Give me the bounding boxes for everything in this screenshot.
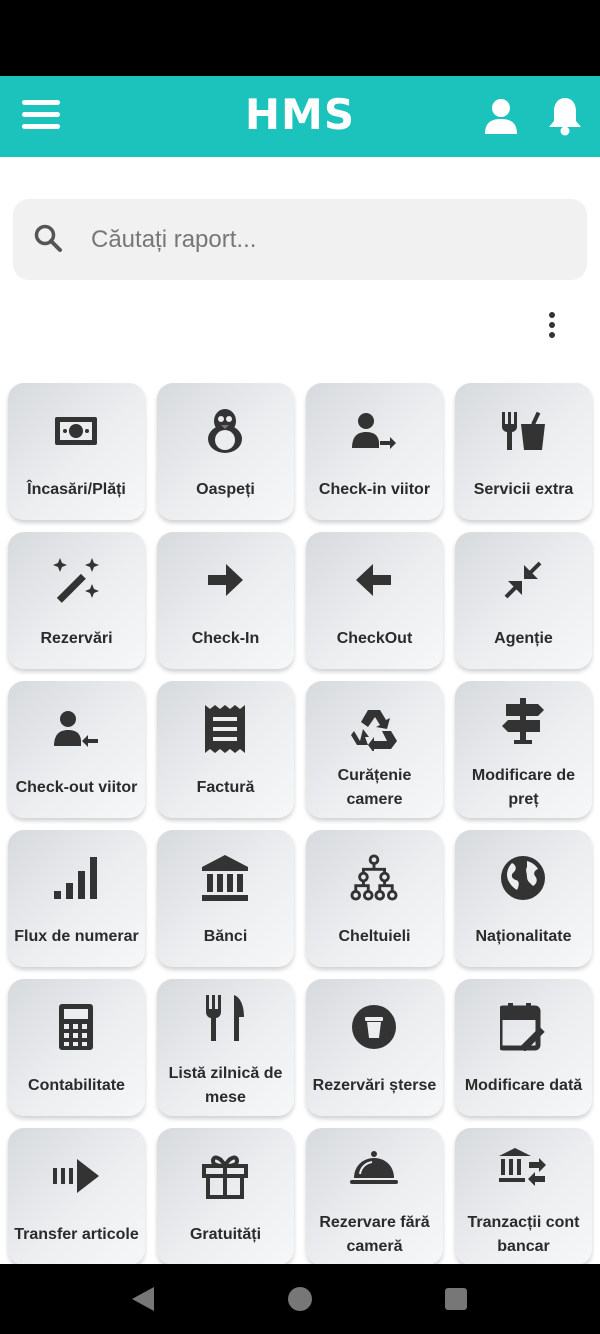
tile-banci[interactable]: Bănci	[157, 830, 294, 967]
tile-incasari-plati[interactable]: Încasări/Plăți	[8, 383, 145, 520]
bank-icon	[201, 854, 249, 902]
tile-checkout[interactable]: CheckOut	[306, 532, 443, 669]
search-icon	[34, 224, 62, 252]
recent-apps-icon[interactable]	[445, 1288, 467, 1310]
system-nav-bar	[0, 1264, 600, 1334]
transfer-arrow-icon	[52, 1152, 100, 1200]
money-icon	[52, 407, 100, 455]
tile-label: Curățenie camere	[337, 767, 412, 808]
tile-label: Factură	[196, 779, 255, 796]
tile-check-out-viitor[interactable]: Check-out viitor	[8, 681, 145, 818]
arrow-left-icon	[350, 556, 398, 604]
globe-icon	[499, 854, 547, 902]
arrow-right-icon	[201, 556, 249, 604]
tile-label: Flux de numerar	[14, 928, 139, 945]
app-bar: HMS	[0, 76, 600, 157]
tile-label: Cheltuieli	[338, 928, 411, 945]
gift-icon	[201, 1152, 249, 1200]
tile-label: Rezervare fără cameră	[319, 1214, 430, 1255]
tile-label: CheckOut	[336, 630, 413, 647]
tile-servicii-extra[interactable]: Servicii extra	[455, 383, 592, 520]
tile-label: Listă zilnică de mese	[168, 1065, 283, 1106]
tile-check-in-viitor[interactable]: Check-in viitor	[306, 383, 443, 520]
tile-check-in[interactable]: Check-In	[157, 532, 294, 669]
tile-lista-zilnica-de-mese[interactable]: Listă zilnică de mese	[157, 979, 294, 1116]
receipt-icon	[201, 705, 249, 753]
tile-label: Oaspeți	[196, 481, 255, 498]
fork-drink-icon	[499, 407, 547, 455]
bell-icon[interactable]	[547, 96, 583, 136]
tile-label: Servicii extra	[473, 481, 574, 498]
trash-circle-icon	[350, 1003, 398, 1051]
magic-wand-icon	[52, 556, 100, 604]
tile-label: Tranzacții cont bancar	[467, 1214, 580, 1255]
tile-contabilitate[interactable]: Contabilitate	[8, 979, 145, 1116]
tile-label: Naționalitate	[475, 928, 572, 945]
bank-transfer-icon	[499, 1144, 547, 1192]
tile-factura[interactable]: Factură	[157, 681, 294, 818]
tile-agentie[interactable]: Agenție	[455, 532, 592, 669]
calendar-edit-icon	[499, 1003, 547, 1051]
tile-label: Rezervări	[40, 630, 113, 647]
room-service-icon	[350, 1144, 398, 1192]
user-arrow-left-icon	[52, 705, 100, 753]
tile-label: Contabilitate	[28, 1077, 125, 1094]
tile-cheltuieli[interactable]: Cheltuieli	[306, 830, 443, 967]
tile-label: Rezervări șterse	[312, 1077, 437, 1094]
hierarchy-icon	[350, 854, 398, 902]
tile-modificare-data[interactable]: Modificare dată	[455, 979, 592, 1116]
tile-label: Bănci	[203, 928, 248, 945]
tile-label: Agenție	[494, 630, 553, 647]
tile-label: Check-out viitor	[15, 779, 138, 796]
tile-oaspeti[interactable]: Oaspeți	[157, 383, 294, 520]
tile-rezervare-fara-camera[interactable]: Rezervare fără cameră	[306, 1128, 443, 1265]
more-options-icon[interactable]	[540, 312, 564, 344]
calculator-icon	[52, 1003, 100, 1051]
tile-flux-de-numerar[interactable]: Flux de numerar	[8, 830, 145, 967]
search-input[interactable]	[89, 217, 563, 263]
tile-label: Încasări/Plăți	[27, 481, 126, 498]
user-icon[interactable]	[484, 98, 518, 134]
signal-bars-icon	[52, 854, 100, 902]
tile-label: Gratuități	[189, 1226, 262, 1243]
tile-tranzactii-cont-bancar[interactable]: Tranzacții cont bancar	[455, 1128, 592, 1265]
status-bar	[0, 0, 600, 76]
tile-label: Check-In	[191, 630, 260, 647]
collapse-arrows-icon	[499, 556, 547, 604]
home-nav-icon[interactable]	[288, 1287, 312, 1311]
tile-nationalitate[interactable]: Naționalitate	[455, 830, 592, 967]
tile-label: Transfer articole	[14, 1226, 139, 1243]
tile-modificare-de-pret[interactable]: Modificare de preț	[455, 681, 592, 818]
search-bar[interactable]	[13, 199, 587, 280]
recycle-icon	[350, 705, 398, 753]
tile-label: Modificare de preț	[471, 767, 576, 808]
tile-transfer-articole[interactable]: Transfer articole	[8, 1128, 145, 1265]
user-arrow-right-icon	[350, 407, 398, 455]
tile-rezervari[interactable]: Rezervări	[8, 532, 145, 669]
signpost-icon	[499, 697, 547, 745]
fork-knife-icon	[201, 995, 249, 1043]
back-nav-icon[interactable]	[132, 1287, 154, 1311]
tile-label: Check-in viitor	[318, 481, 431, 498]
tile-rezervari-sterse[interactable]: Rezervări șterse	[306, 979, 443, 1116]
tile-curatenie-camere[interactable]: Curățenie camere	[306, 681, 443, 818]
report-grid: Încasări/Plăți Oaspeți Check-in viitor S…	[8, 383, 592, 1265]
tile-label: Modificare dată	[464, 1077, 583, 1094]
penguin-icon	[201, 407, 249, 455]
tile-gratuitati[interactable]: Gratuități	[157, 1128, 294, 1265]
